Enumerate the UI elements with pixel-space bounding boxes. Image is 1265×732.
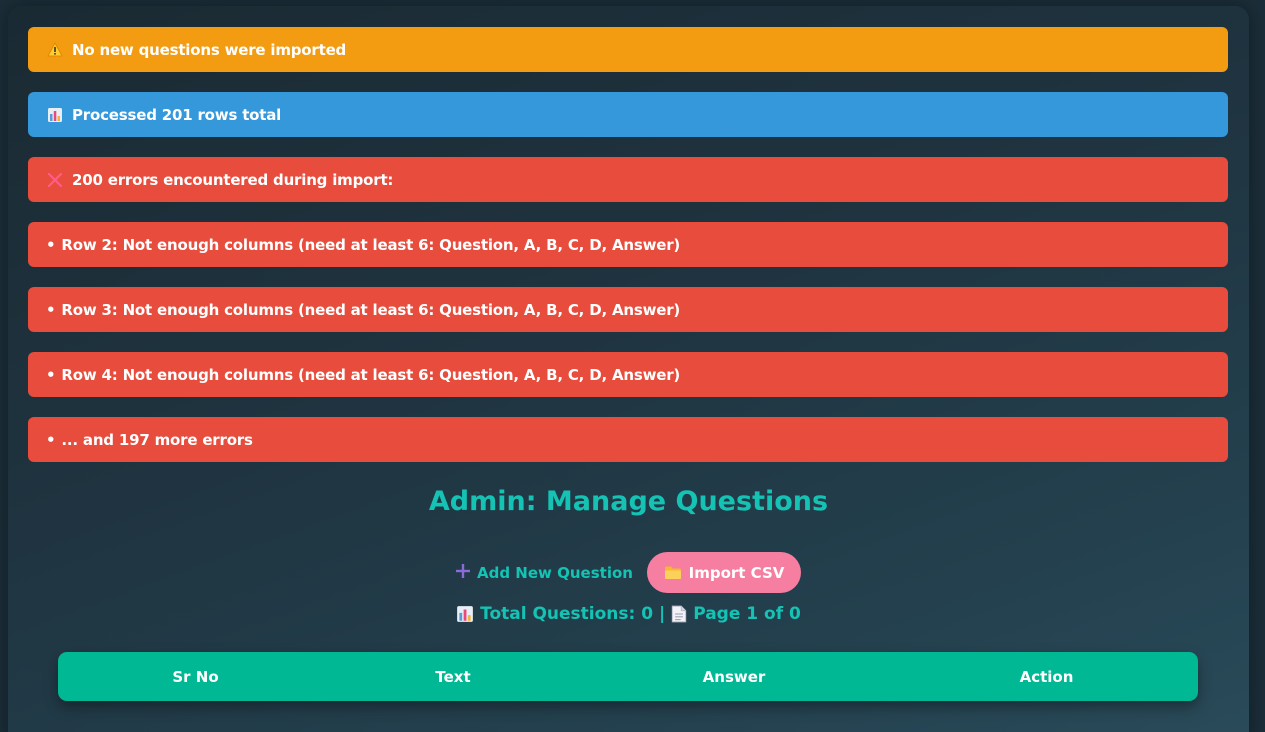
column-header-answer[interactable]: Answer — [573, 652, 895, 701]
alert-warning-text: No new questions were imported — [72, 40, 347, 59]
column-header-sr-no[interactable]: Sr No — [58, 652, 333, 701]
add-new-question-label: Add New Question — [477, 564, 633, 582]
alert-no-imports: No new questions were imported — [28, 27, 1228, 72]
bullet: • — [46, 235, 56, 254]
alert-info-text: Processed 201 rows total — [72, 105, 282, 124]
column-header-action[interactable]: Action — [895, 652, 1198, 701]
total-questions-text: Total Questions: 0 | — [480, 604, 666, 624]
bullet: • — [46, 365, 56, 384]
error-row-item: • Row 4: Not enough columns (need at lea… — [28, 352, 1228, 397]
column-header-text[interactable]: Text — [333, 652, 573, 701]
bar-chart-icon — [46, 106, 64, 124]
error-row-item: • Row 3: Not enough columns (need at lea… — [28, 287, 1228, 332]
plus-icon — [455, 562, 471, 584]
alert-processed-rows: Processed 201 rows total — [28, 92, 1228, 137]
bar-chart-icon — [456, 605, 474, 623]
alert-error-summary: 200 errors encountered during import: — [28, 157, 1228, 202]
bullet: • — [46, 300, 56, 319]
error-row-text: ... and 197 more errors — [61, 430, 253, 449]
import-csv-label: Import CSV — [688, 563, 785, 582]
warning-icon — [46, 41, 64, 59]
import-csv-button[interactable]: Import CSV — [647, 552, 801, 593]
cross-icon — [46, 171, 64, 189]
page-title: Admin: Manage Questions — [428, 486, 829, 517]
page-icon — [671, 605, 687, 623]
question-stats: Total Questions: 0 | Page 1 of 0 — [0, 604, 1257, 624]
alert-error-summary-text: 200 errors encountered during import: — [72, 170, 394, 189]
add-new-question-button[interactable]: Add New Question — [455, 562, 633, 584]
bullet: • — [46, 430, 56, 449]
error-row-text: Row 4: Not enough columns (need at least… — [61, 365, 681, 384]
folder-icon — [664, 565, 682, 580]
error-row-text: Row 3: Not enough columns (need at least… — [61, 300, 681, 319]
questions-table-header: Sr No Text Answer Action — [58, 652, 1198, 701]
page-indicator-text: Page 1 of 0 — [693, 604, 801, 624]
error-row-item: • Row 2: Not enough columns (need at lea… — [28, 222, 1228, 267]
error-row-item: • ... and 197 more errors — [28, 417, 1228, 462]
error-row-text: Row 2: Not enough columns (need at least… — [61, 235, 681, 254]
